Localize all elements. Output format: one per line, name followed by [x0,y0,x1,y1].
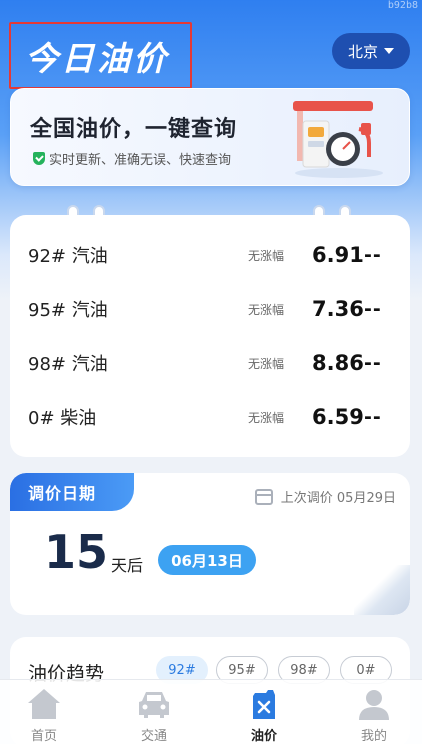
price-trend: -- [364,352,382,374]
last-adjustment: 上次调价 05月29日 [254,487,396,506]
adjustment-date-card: 调价日期 上次调价 05月29日 15 天后 06月13日 [10,473,410,615]
city-label: 北京 [347,42,378,61]
city-selector[interactable]: 北京 [332,33,410,69]
watermark: b92b8 [387,0,418,11]
fuel-can-icon [253,690,275,719]
caret-down-icon [384,48,394,54]
tab-label: 我的 [360,729,387,744]
fuel-name: 95# 汽油 [28,300,108,321]
person-icon [359,690,389,720]
page-curl-decoration [354,565,410,615]
banner-subline-text: 实时更新、准确无误、快速查询 [49,153,232,168]
price-change: 无涨幅 [248,248,285,263]
shield-check-icon [33,152,45,165]
price-change: 无涨幅 [248,410,285,425]
calendar-icon [254,488,273,505]
tab-mine[interactable]: 我的 [334,680,414,744]
days-suffix: 天后 [111,556,144,575]
price-trend: -- [364,298,382,320]
price-trend: -- [364,244,382,266]
fuel-name: 0# 柴油 [28,408,97,429]
price-change: 无涨幅 [248,356,285,371]
banner-subline: 实时更新、准确无误、快速查询 [33,149,231,168]
price-trend: -- [364,406,382,428]
last-adjustment-text: 上次调价 05月29日 [280,491,396,506]
tab-label: 油价 [250,729,277,744]
price-row-98[interactable]: 98# 汽油 无涨幅 8.86 -- [10,336,410,390]
price-row-92[interactable]: 92# 汽油 无涨幅 6.91 -- [10,228,410,282]
tab-home[interactable]: 首页 [4,680,84,744]
price-value: 6.91 [312,243,364,267]
days-remaining: 15 [44,525,109,579]
gas-pump-illustration-icon [293,101,383,178]
price-row-0-diesel[interactable]: 0# 柴油 无涨幅 6.59 -- [10,390,410,444]
price-value: 7.36 [312,297,364,321]
promo-banner: 全国油价，一键查询 实时更新、准确无误、快速查询 [10,88,410,186]
car-icon [139,692,169,718]
price-row-95[interactable]: 95# 汽油 无涨幅 7.36 -- [10,282,410,336]
bottom-tab-bar: 首页 交通 油价 我的 [0,679,422,744]
title-highlight-box: 今日油价 [9,22,192,89]
fuel-name: 92# 汽油 [28,246,108,267]
adjustment-tag: 调价日期 [10,473,134,511]
price-value: 8.86 [312,351,364,375]
tab-label: 交通 [140,729,167,744]
home-icon [28,689,60,719]
page-title: 今日油价 [25,38,169,78]
price-value: 6.59 [312,405,364,429]
price-change: 无涨幅 [248,302,285,317]
tab-label: 首页 [30,729,57,744]
banner-headline: 全国油价，一键查询 [30,117,238,142]
price-list-card: 92# 汽油 无涨幅 6.91 -- 95# 汽油 无涨幅 7.36 -- 98… [10,215,410,457]
fuel-name: 98# 汽油 [28,354,108,375]
next-adjust-date: 06月13日 [158,545,256,575]
tab-traffic[interactable]: 交通 [114,680,194,744]
tab-oil-price[interactable]: 油价 [224,680,304,744]
